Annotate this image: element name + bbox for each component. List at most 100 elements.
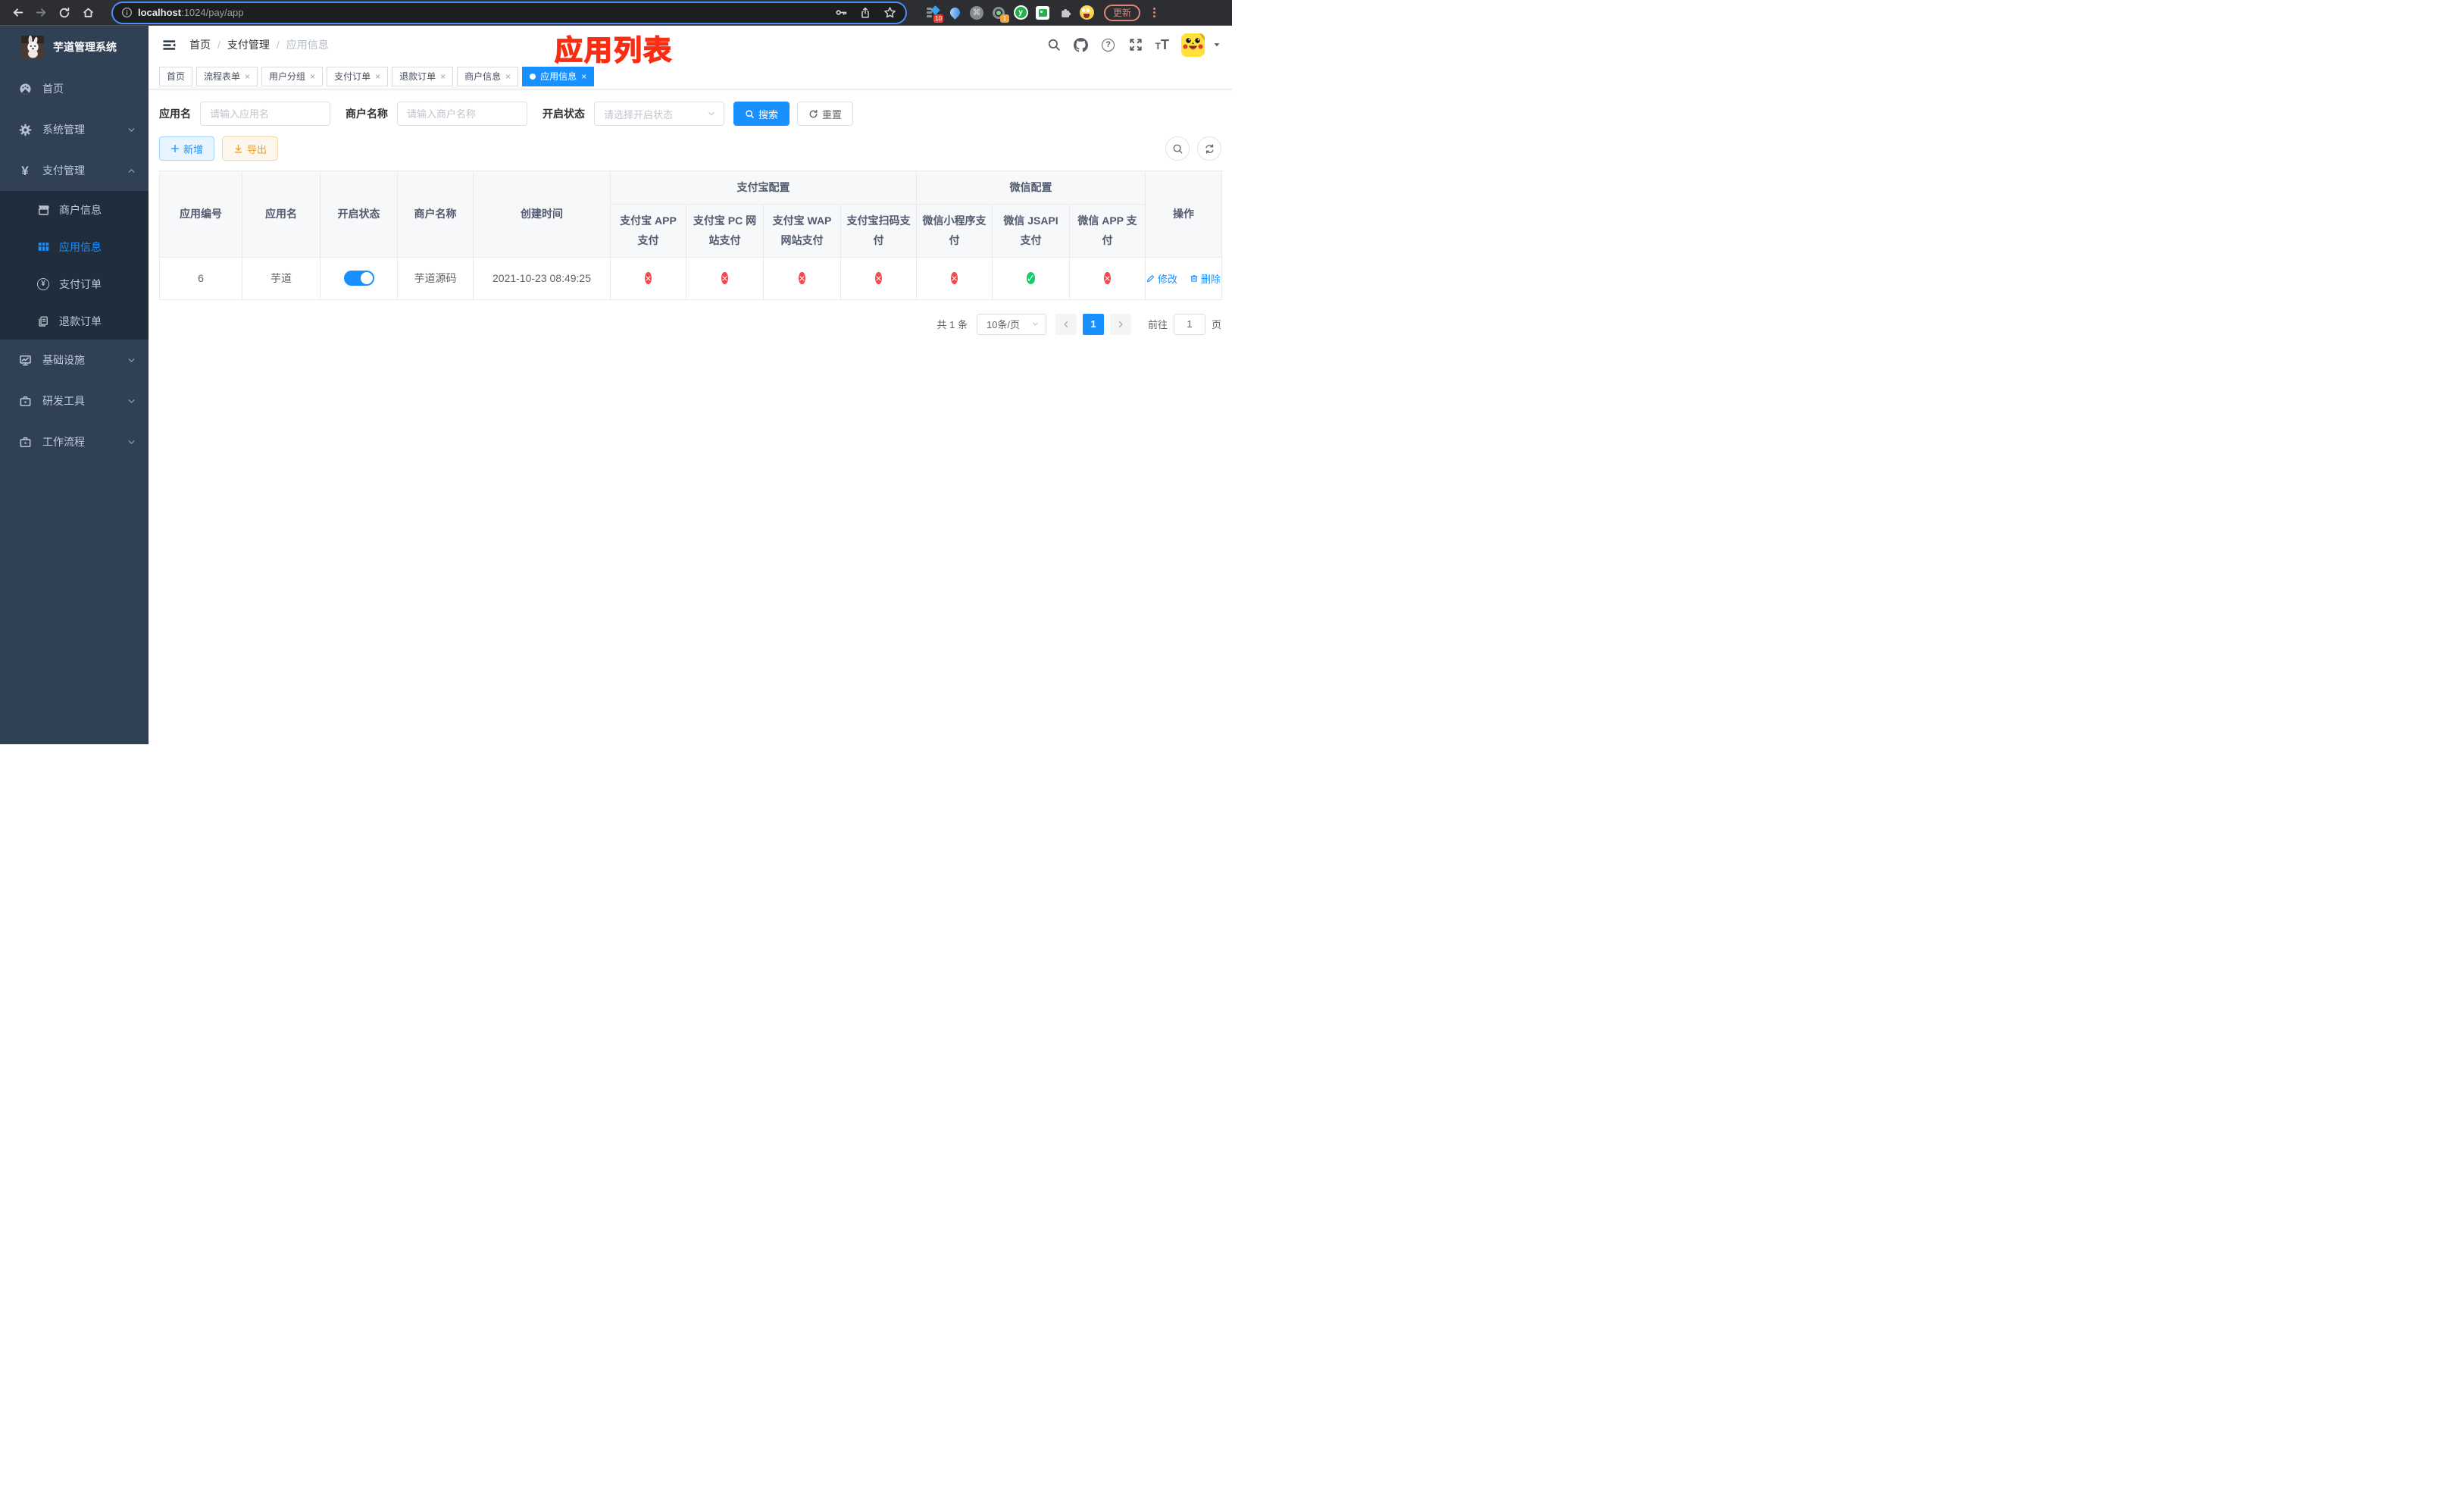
sidebar-item-app-info[interactable]: 应用信息	[0, 228, 149, 265]
reload-icon[interactable]	[56, 5, 73, 21]
app-name-label: 应用名	[159, 108, 191, 120]
refresh-button[interactable]	[1197, 136, 1221, 161]
chevron-down-icon	[1031, 320, 1040, 328]
navbar-actions: ? TT	[1046, 33, 1221, 57]
extensions-puzzle-icon[interactable]	[1057, 5, 1072, 20]
bookmark-star-icon[interactable]	[881, 5, 898, 21]
dashboard-icon	[18, 82, 32, 95]
chevron-down-icon	[127, 125, 136, 135]
site-info-icon[interactable]	[120, 6, 133, 19]
sidebar-extension-icon[interactable]: 10	[925, 5, 943, 23]
url-bar[interactable]: localhost:1024/pay/app	[113, 2, 905, 23]
search-button[interactable]: 搜索	[733, 102, 790, 126]
status-toggle[interactable]	[343, 271, 374, 286]
github-icon[interactable]	[1074, 37, 1089, 52]
caret-down-icon[interactable]	[1212, 40, 1221, 49]
delete-link[interactable]: 删除	[1190, 271, 1221, 286]
page-size-select[interactable]: 10条/页	[976, 313, 1046, 335]
alipay-pc-status-icon: ×	[721, 272, 728, 285]
close-icon[interactable]: ×	[440, 72, 446, 81]
sidebar-fold-icon[interactable]	[161, 36, 177, 53]
reset-button[interactable]: 重置	[797, 102, 854, 126]
fullscreen-icon[interactable]	[1128, 37, 1143, 52]
wx-jsapi-status-icon: ✓	[1026, 272, 1036, 285]
col-app-id: 应用编号	[159, 171, 242, 258]
sidebar-item-refund-orders[interactable]: 退款订单	[0, 302, 149, 340]
chrome-update-button[interactable]: 更新	[1104, 4, 1141, 21]
rabbit-logo	[21, 36, 44, 58]
sidebar-item-system[interactable]: 系统管理	[0, 109, 149, 150]
profile-extension-icon[interactable]: 1	[991, 5, 1009, 23]
navbar: 首页 / 支付管理 / 应用信息 应用列表 ? T T	[149, 26, 1232, 67]
tag-pay-orders[interactable]: 支付订单 ×	[327, 66, 389, 86]
screen: localhost:1024/pay/app 10 ⌘ 1 y 更新 芋道管理系…	[0, 0, 1232, 745]
active-dot	[530, 73, 536, 80]
emoji-extension-icon[interactable]	[1079, 5, 1094, 20]
col-wx-mini: 微信小程序支付	[916, 203, 993, 258]
passwords-key-icon[interactable]	[833, 5, 849, 21]
sidebar-item-pay-orders[interactable]: ¥ 支付订单	[0, 265, 149, 302]
avatar[interactable]	[1181, 33, 1205, 57]
sidebar-item-dev-tools[interactable]: 研发工具	[0, 380, 149, 421]
chevron-up-icon	[127, 166, 136, 176]
col-alipay-pc: 支付宝 PC 网站支付	[686, 203, 764, 258]
goto-label: 前往	[1147, 319, 1168, 331]
yudao-extension-icon[interactable]: y	[1013, 5, 1028, 20]
add-button[interactable]: 新增	[159, 136, 215, 161]
col-merchant: 商户名称	[397, 171, 474, 258]
command-extension-icon[interactable]: ⌘	[969, 5, 984, 20]
apps-table: 应用编号 应用名 开启状态 商户名称 创建时间 支付宝配置 微信配置 操作 支付…	[159, 171, 1222, 300]
help-icon[interactable]: ?	[1101, 37, 1116, 52]
font-size-icon[interactable]: TT	[1155, 37, 1169, 53]
tags-view-bar: 首页 流程表单 × 用户分组 × 支付订单 × 退款订单 × 商户信息 × 应用信息 ×	[149, 64, 1232, 89]
home-icon[interactable]	[80, 5, 96, 21]
chevron-down-icon	[127, 437, 136, 447]
cell-actions: 修改 删除	[1145, 256, 1222, 300]
prev-page-button[interactable]	[1055, 313, 1077, 335]
balloon-extension-icon[interactable]	[947, 5, 962, 20]
briefcase-icon	[18, 435, 32, 449]
share-icon[interactable]	[857, 5, 874, 21]
tag-user-group[interactable]: 用户分组 ×	[261, 66, 324, 86]
goto-page-input[interactable]	[1173, 313, 1205, 335]
breadcrumb-current: 应用信息	[286, 39, 329, 51]
alipay-qr-status-icon: ×	[875, 272, 882, 285]
breadcrumb-home[interactable]: 首页	[189, 37, 211, 52]
merchant-name-input[interactable]	[397, 102, 527, 126]
sidebar-item-merchant-info[interactable]: 商户信息	[0, 191, 149, 228]
tag-merchant-info[interactable]: 商户信息 ×	[457, 66, 519, 86]
close-icon[interactable]: ×	[375, 72, 380, 81]
sidebar-item-workflow[interactable]: 工作流程	[0, 421, 149, 462]
breadcrumb-section[interactable]: 支付管理	[227, 37, 270, 52]
app-logo-row[interactable]: 芋道管理系统	[0, 26, 149, 68]
wx-mini-status-icon: ×	[951, 272, 958, 285]
edit-link[interactable]: 修改	[1146, 271, 1177, 286]
page-number-current[interactable]: 1	[1082, 313, 1104, 335]
briefcase-icon	[18, 394, 32, 408]
toggle-search-button[interactable]	[1165, 136, 1190, 161]
col-created: 创建时间	[473, 171, 611, 258]
status-select[interactable]: 请选择开启状态	[594, 102, 724, 126]
back-icon[interactable]	[9, 5, 26, 21]
close-icon[interactable]: ×	[581, 72, 586, 81]
tag-refund-orders[interactable]: 退款订单 ×	[392, 66, 454, 86]
close-icon[interactable]: ×	[245, 72, 250, 81]
tag-home[interactable]: 首页	[159, 66, 193, 86]
table-toolbar: 新增 导出	[159, 136, 1221, 161]
sidebar-item-home[interactable]: 首页	[0, 68, 149, 109]
annotation-app-list: 应用列表	[554, 34, 673, 67]
app-name-input[interactable]	[200, 102, 330, 126]
export-button[interactable]: 导出	[222, 136, 279, 161]
chevron-down-icon	[127, 396, 136, 406]
tag-process-form[interactable]: 流程表单 ×	[196, 66, 258, 86]
chat-extension-icon[interactable]	[1035, 5, 1050, 20]
tag-app-info[interactable]: 应用信息 ×	[522, 66, 595, 86]
browser-menu-icon[interactable]	[1152, 6, 1157, 19]
forward-icon[interactable]	[33, 5, 49, 21]
next-page-button[interactable]	[1109, 313, 1131, 335]
close-icon[interactable]: ×	[310, 72, 315, 81]
sidebar-item-payment[interactable]: ¥ 支付管理	[0, 150, 149, 191]
sidebar-item-infrastructure[interactable]: 基础设施	[0, 340, 149, 380]
close-icon[interactable]: ×	[505, 72, 511, 81]
search-icon[interactable]	[1046, 37, 1062, 52]
